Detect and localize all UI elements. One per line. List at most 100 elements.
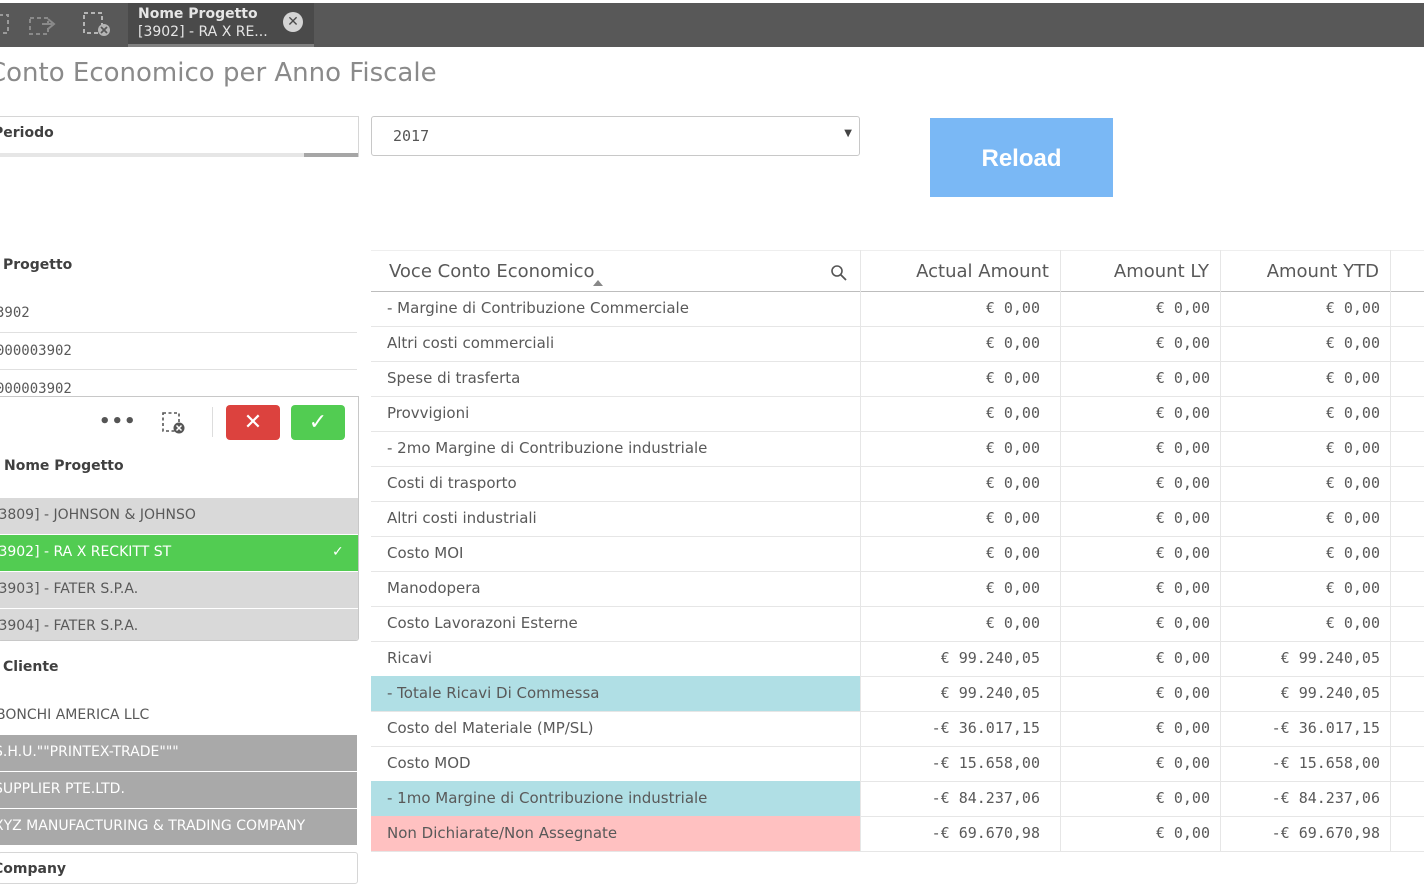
periodo-bar-fill (304, 153, 358, 157)
column-header-amount-ly[interactable]: Amount LY (1114, 261, 1209, 282)
cell-voce[interactable]: Altri costi commerciali (371, 326, 860, 361)
cell-actual-amount: € 0,00 (985, 614, 1040, 632)
step-back-icon[interactable] (0, 10, 14, 38)
cliente-label: Cliente (3, 659, 59, 675)
cell-voce[interactable]: - 1mo Margine di Contribuzione industria… (371, 781, 860, 816)
cell-voce[interactable]: Spese di trasferta (371, 361, 860, 396)
selection-tab-title: Nome Progetto (138, 6, 258, 22)
selection-tab-nome-progetto[interactable]: Nome Progetto [3902] - RA X RE... ✕ (128, 3, 314, 47)
cliente-value[interactable]: BONCHI AMERICA LLC (0, 707, 149, 723)
column-header-amount-ytd[interactable]: Amount YTD (1267, 261, 1379, 282)
table-row[interactable]: Altri costi industriali € 0,00 € 0,00 € 0,0… (371, 501, 1424, 537)
table-row[interactable]: Ricavi € 99.240,05 € 0,00 € 99.240,05 (371, 641, 1424, 677)
cell-voce[interactable]: Ricavi (371, 641, 860, 676)
clear-selection-icon[interactable] (161, 411, 189, 435)
cell-amount-ly: € 0,00 (1155, 404, 1210, 422)
clear-all-selections-icon[interactable] (82, 10, 110, 38)
cell-voce-label: - 1mo Margine di Contribuzione industria… (387, 789, 708, 807)
cell-voce[interactable]: Costo Lavorazoni Esterne (371, 606, 860, 641)
progetto-value[interactable]: 000003902 (0, 343, 72, 359)
cell-voce[interactable]: Manodopera (371, 571, 860, 606)
cell-actual-amount: -€ 15.658,00 (931, 754, 1040, 772)
table-row[interactable]: Altri costi commerciali € 0,00 € 0,00 € 0,0… (371, 326, 1424, 362)
table-row[interactable]: Costo MOI € 0,00 € 0,00 € 0,00 (371, 536, 1424, 572)
table-row[interactable]: Manodopera € 0,00 € 0,00 € 0,00 (371, 571, 1424, 607)
cell-amount-ytd: € 0,00 (1325, 474, 1380, 492)
list-item[interactable]: [3809] - JOHNSON & JOHNSO (0, 497, 358, 534)
check-icon: ✓ (332, 544, 344, 560)
company-label: Company (0, 861, 67, 877)
progetto-value[interactable]: 3902 (0, 305, 30, 321)
selection-tab-value: [3902] - RA X RE... (138, 24, 268, 40)
cell-amount-ytd: -€ 84.237,06 (1271, 789, 1380, 807)
search-icon[interactable] (830, 264, 848, 286)
column-divider (1060, 250, 1061, 851)
list-item[interactable]: S.H.U.""PRINTEX-TRADE""" (0, 734, 357, 771)
column-header-actual-amount[interactable]: Actual Amount (916, 261, 1049, 282)
list-item[interactable]: XYZ MANUFACTURING & TRADING COMPANY (0, 808, 357, 845)
list-item[interactable]: [3904] - FATER S.P.A. (0, 608, 358, 640)
list-item-selected[interactable]: [3902] - RA X RECKITT ST ✓ (0, 534, 358, 571)
progetto-label: Progetto (3, 257, 73, 273)
cell-voce-label: Costo Lavorazoni Esterne (387, 614, 578, 632)
table-row[interactable]: Costi di trasporto € 0,00 € 0,00 € 0,00 (371, 466, 1424, 502)
table-row[interactable]: Provvigioni € 0,00 € 0,00 € 0,00 (371, 396, 1424, 432)
table-row[interactable]: Costo MOD -€ 15.658,00 € 0,00 -€ 15.658,00 (371, 746, 1424, 782)
cell-amount-ly: € 0,00 (1155, 369, 1210, 387)
list-item[interactable]: SUPPLIER PTE.LTD. (0, 771, 357, 808)
cell-voce[interactable]: - Totale Ricavi Di Commessa (371, 676, 860, 711)
cell-voce-label: Spese di trasferta (387, 369, 521, 387)
close-icon[interactable]: ✕ (283, 12, 303, 32)
cell-amount-ytd: € 99.240,05 (1280, 684, 1380, 702)
cell-amount-ly: € 0,00 (1155, 474, 1210, 492)
list-item[interactable]: [3903] - FATER S.P.A. (0, 571, 358, 608)
cell-amount-ly: € 0,00 (1155, 334, 1210, 352)
table-row[interactable]: Costo Lavorazoni Esterne € 0,00 € 0,00 € 0,… (371, 606, 1424, 642)
step-forward-icon[interactable] (28, 10, 56, 38)
cell-voce-label: Altri costi industriali (387, 509, 537, 527)
table-header: Voce Conto Economico Actual Amount Amoun… (371, 250, 1424, 292)
cancel-selection-button[interactable]: ✕ (226, 405, 280, 440)
cell-voce[interactable]: Altri costi industriali (371, 501, 860, 536)
cell-actual-amount: € 0,00 (985, 579, 1040, 597)
cell-actual-amount: € 0,00 (985, 544, 1040, 562)
company-filter[interactable]: Company (0, 852, 358, 884)
cell-voce[interactable]: Costi di trasporto (371, 466, 860, 501)
table-row[interactable]: Spese di trasferta € 0,00 € 0,00 € 0,00 (371, 361, 1424, 397)
cell-voce[interactable]: - 2mo Margine di Contribuzione industria… (371, 431, 860, 466)
cell-voce[interactable]: Non Dichiarate/Non Assegnate (371, 816, 860, 851)
list-item-label: [3902] - RA X RECKITT ST (0, 544, 172, 560)
confirm-selection-button[interactable]: ✓ (291, 405, 345, 440)
cell-amount-ytd: € 0,00 (1325, 509, 1380, 527)
cell-voce[interactable]: Costo MOD (371, 746, 860, 781)
cell-amount-ly: € 0,00 (1155, 649, 1210, 667)
cell-voce-label: - 2mo Margine di Contribuzione industria… (387, 439, 708, 457)
table-row[interactable]: - Totale Ricavi Di Commessa € 99.240,05 € … (371, 676, 1424, 712)
cell-voce-label: Costo MOI (387, 544, 464, 562)
divider (0, 332, 357, 333)
more-options-icon[interactable]: ••• (99, 411, 137, 432)
cell-voce-label: Costo del Materiale (MP/SL) (387, 719, 594, 737)
cell-voce[interactable]: Costo MOI (371, 536, 860, 571)
popup-field-title: Nome Progetto (4, 458, 124, 474)
cell-amount-ly: € 0,00 (1155, 439, 1210, 457)
table-row[interactable]: Non Dichiarate/Non Assegnate -€ 69.670,98… (371, 816, 1424, 852)
cell-actual-amount: € 0,00 (985, 334, 1040, 352)
cell-voce-label: Non Dichiarate/Non Assegnate (387, 824, 618, 842)
table-row[interactable]: Costo del Materiale (MP/SL) -€ 36.017,15 €… (371, 711, 1424, 747)
cell-voce[interactable]: Costo del Materiale (MP/SL) (371, 711, 860, 746)
year-select[interactable]: 2017 ▼ (371, 116, 860, 156)
table-row[interactable]: - Margine di Contribuzione Commerciale € … (371, 291, 1424, 327)
cell-voce[interactable]: - Margine di Contribuzione Commerciale (371, 291, 860, 326)
periodo-label: Periodo (0, 125, 54, 141)
periodo-filter[interactable]: Periodo (0, 116, 359, 157)
cell-voce[interactable]: Provvigioni (371, 396, 860, 431)
progetto-value[interactable]: 000003902 (0, 381, 72, 397)
table-row[interactable]: - 1mo Margine di Contribuzione industria… (371, 781, 1424, 817)
table-row[interactable]: - 2mo Margine di Contribuzione industria… (371, 431, 1424, 467)
column-header-voce[interactable]: Voce Conto Economico (389, 261, 595, 282)
cell-amount-ytd: -€ 15.658,00 (1271, 754, 1380, 772)
reload-button[interactable]: Reload (930, 118, 1113, 197)
cell-amount-ly: € 0,00 (1155, 719, 1210, 737)
cell-amount-ytd: € 0,00 (1325, 614, 1380, 632)
